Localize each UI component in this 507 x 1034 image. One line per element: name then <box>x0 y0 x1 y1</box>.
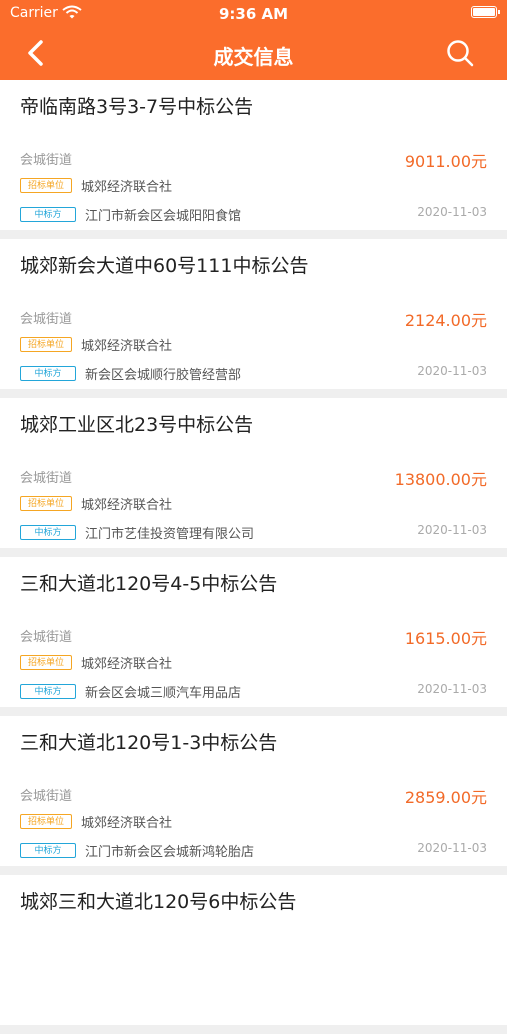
search-icon[interactable] <box>445 38 475 68</box>
item-date: 2020-11-03 <box>417 523 487 537</box>
item-amount: 2859.00元 <box>404 788 487 807</box>
item-date: 2020-11-03 <box>417 364 487 378</box>
item-street: 会城街道 <box>20 789 73 804</box>
bid-unit-name: 城郊经济联合社 <box>81 816 173 831</box>
item-title: 城郊三和大道北120号6中标公告 <box>20 891 297 913</box>
winner-row: 中标方 江门市新会区会城新鸿轮胎店 <box>20 840 254 860</box>
bid-unit-row: 招标单位 城郊经济联合社 <box>20 175 172 195</box>
winner-name: 江门市艺佳投资管理有限公司 <box>85 527 255 542</box>
item-date: 2020-11-03 <box>417 205 487 219</box>
winner-row: 中标方 新会区会城三顺汽车用品店 <box>20 681 241 701</box>
status-bar: Carrier 9:36 AM <box>0 0 507 28</box>
list-item[interactable]: 三和大道北120号1-3中标公告 会城街道 2859.00元 招标单位 城郊经济联… <box>0 716 507 866</box>
winner-name: 江门市新会区会城新鸿轮胎店 <box>85 845 255 860</box>
bid-unit-name: 城郊经济联合社 <box>81 657 173 672</box>
list-item[interactable]: 城郊工业区北23号中标公告 会城街道 13800.00元 招标单位 城郊经济联合社… <box>0 398 507 548</box>
bid-unit-row: 招标单位 城郊经济联合社 <box>20 493 172 513</box>
item-date: 2020-11-03 <box>417 682 487 696</box>
deal-list: 帝临南路3号3-7号中标公告 会城街道 9011.00元 招标单位 城郊经济联合社… <box>0 80 507 1034</box>
bid-unit-tag: 招标单位 <box>20 814 72 829</box>
bid-unit-tag: 招标单位 <box>20 655 72 670</box>
bid-unit-tag: 招标单位 <box>20 178 72 193</box>
item-street: 会城街道 <box>20 153 73 168</box>
item-title: 三和大道北120号1-3中标公告 <box>20 732 278 754</box>
list-item[interactable]: 城郊新会大道中60号111中标公告 会城街道 2124.00元 招标单位 城郊经济… <box>0 239 507 389</box>
winner-tag: 中标方 <box>20 843 76 858</box>
winner-row: 中标方 江门市新会区会城阳阳食馆 <box>20 204 241 224</box>
bid-unit-tag: 招标单位 <box>20 496 72 511</box>
list-item[interactable]: 帝临南路3号3-7号中标公告 会城街道 9011.00元 招标单位 城郊经济联合社… <box>0 80 507 230</box>
bid-unit-name: 城郊经济联合社 <box>81 180 173 195</box>
item-amount: 2124.00元 <box>404 311 487 330</box>
list-item[interactable]: 三和大道北120号4-5中标公告 会城街道 1615.00元 招标单位 城郊经济联… <box>0 557 507 707</box>
header: Carrier 9:36 AM 成交信息 <box>0 0 507 80</box>
bid-unit-row: 招标单位 城郊经济联合社 <box>20 652 172 672</box>
status-time: 9:36 AM <box>218 5 289 23</box>
item-amount: 1615.00元 <box>404 629 487 648</box>
winner-name: 江门市新会区会城阳阳食馆 <box>85 209 242 224</box>
item-title: 帝临南路3号3-7号中标公告 <box>20 96 254 118</box>
item-street: 会城街道 <box>20 630 73 645</box>
winner-tag: 中标方 <box>20 525 76 540</box>
item-title: 城郊新会大道中60号111中标公告 <box>20 255 309 277</box>
winner-name: 新会区会城顺行胶管经营部 <box>85 368 242 383</box>
item-date: 2020-11-03 <box>417 841 487 855</box>
bid-unit-name: 城郊经济联合社 <box>81 498 173 513</box>
bid-unit-row: 招标单位 城郊经济联合社 <box>20 811 172 831</box>
bid-unit-row: 招标单位 城郊经济联合社 <box>20 334 172 354</box>
item-amount: 13800.00元 <box>394 470 487 489</box>
item-title: 城郊工业区北23号中标公告 <box>20 414 254 436</box>
winner-row: 中标方 新会区会城顺行胶管经营部 <box>20 363 241 383</box>
bid-unit-name: 城郊经济联合社 <box>81 339 173 354</box>
winner-row: 中标方 江门市艺佳投资管理有限公司 <box>20 522 254 542</box>
winner-tag: 中标方 <box>20 366 76 381</box>
item-amount: 9011.00元 <box>404 152 487 171</box>
page-title: 成交信息 <box>213 45 294 69</box>
winner-tag: 中标方 <box>20 207 76 222</box>
list-item[interactable]: 城郊三和大道北120号6中标公告 <box>0 875 507 1025</box>
winner-name: 新会区会城三顺汽车用品店 <box>85 686 242 701</box>
winner-tag: 中标方 <box>20 684 76 699</box>
nav-bar: 成交信息 <box>0 28 507 80</box>
item-title: 三和大道北120号4-5中标公告 <box>20 573 278 595</box>
item-street: 会城街道 <box>20 312 73 327</box>
bid-unit-tag: 招标单位 <box>20 337 72 352</box>
battery-icon <box>471 6 500 18</box>
item-street: 会城街道 <box>20 471 73 486</box>
